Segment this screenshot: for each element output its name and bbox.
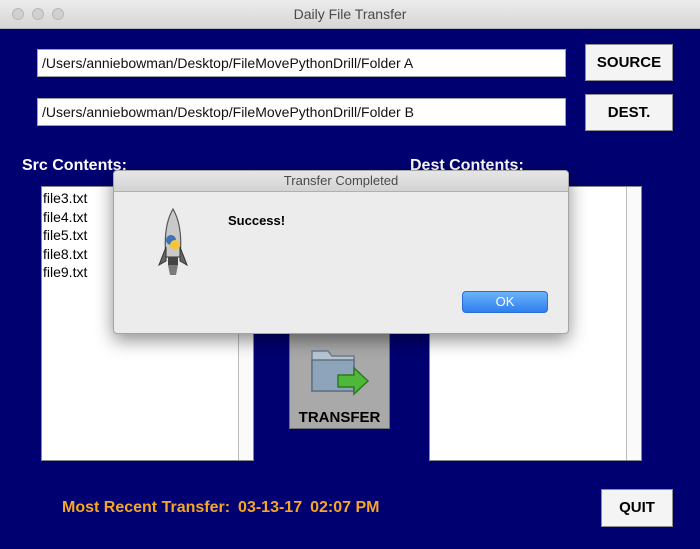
recent-transfer-time: 02:07 PM [310,499,380,516]
dialog-title: Transfer Completed [114,171,568,192]
source-button[interactable]: SOURCE [585,44,673,81]
app-window: Daily File Transfer /Users/anniebowman/D… [0,0,700,549]
destination-path-field[interactable]: /Users/anniebowman/Desktop/FileMovePytho… [37,98,566,126]
recent-transfer-date: 03-13-17 [238,499,303,516]
most-recent-transfer: Most Recent Transfer: 03-13-17 02:07 PM [62,499,379,517]
destination-button[interactable]: DEST. [585,94,673,131]
recent-transfer-label: Most Recent Transfer: [62,499,231,516]
transfer-completed-dialog: Transfer Completed Success! OK [113,170,569,334]
transfer-button[interactable]: TRANSFER [289,330,390,429]
python-rocket-icon [158,207,188,275]
folder-transfer-icon [311,350,370,396]
window-titlebar: Daily File Transfer [0,0,700,29]
quit-button[interactable]: QUIT [601,489,673,527]
transfer-button-label: TRANSFER [298,409,381,426]
ok-button[interactable]: OK [462,291,548,313]
src-contents-label: Src Contents: [22,157,127,174]
source-path-field[interactable]: /Users/anniebowman/Desktop/FileMovePytho… [37,49,566,77]
dialog-message: Success! [228,213,286,228]
dest-list-scrollbar[interactable] [626,187,641,460]
window-title: Daily File Transfer [293,6,407,22]
